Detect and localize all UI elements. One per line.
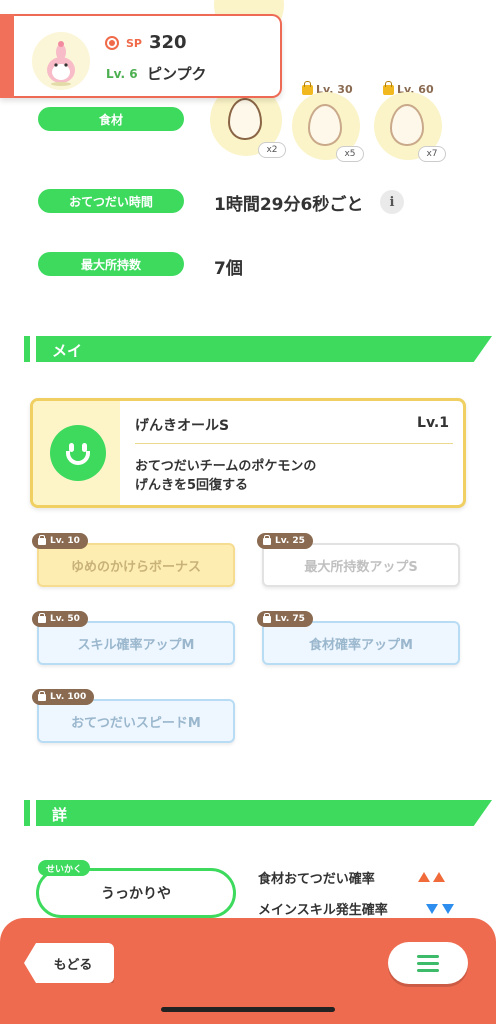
ingredient-count: x7 <box>418 146 446 162</box>
main-skill-level: Lv.1 <box>417 415 449 431</box>
egg-icon <box>308 104 342 146</box>
sub-skill-5[interactable]: おてつだいスピードM <box>37 699 235 743</box>
pokemon-avatar <box>32 32 90 90</box>
sp-label: SP <box>126 37 142 50</box>
nature-effect-up: 食材おてつだい確率 <box>258 872 375 887</box>
sub-skill-4[interactable]: 食材確率アップM <box>262 621 460 665</box>
main-skill-name: げんきオールS <box>135 418 230 434</box>
header-accent <box>0 14 14 98</box>
unlock-level: Lv. 50 <box>50 614 80 624</box>
unlock-level: Lv. 100 <box>50 692 87 702</box>
lock-icon <box>383 80 394 95</box>
sp-icon <box>105 36 119 50</box>
ingredient-count: x2 <box>258 142 286 158</box>
sub-skill-2-unlock: Lv. 25 <box>257 533 313 549</box>
section-band <box>36 336 492 362</box>
arrow-down-icon <box>442 904 454 914</box>
lock-icon <box>38 534 46 545</box>
section-band <box>36 800 492 826</box>
sub-skill-1[interactable]: ゆめのかけらボーナス <box>37 543 235 587</box>
lock-icon <box>263 534 271 545</box>
lock-icon <box>38 690 46 701</box>
egg-icon <box>228 98 262 140</box>
smile-icon <box>50 425 106 481</box>
main-skill-card[interactable]: げんきオールS Lv.1 おてつだいチームのポケモンの げんきを5回復する <box>30 398 466 508</box>
pokemon-header-card: SP 320 Lv. 6 ピンプク <box>0 14 282 98</box>
hamburger-icon <box>417 954 439 972</box>
unlock-level: Lv. 75 <box>275 614 305 624</box>
unlock-level: Lv. 25 <box>275 536 305 546</box>
arrow-up-icon <box>433 872 445 882</box>
unlock-level: Lv. 10 <box>50 536 80 546</box>
sub-skill-3-unlock: Lv. 50 <box>32 611 88 627</box>
sub-skill-5-unlock: Lv. 100 <box>32 689 95 705</box>
lock-icon <box>263 612 271 623</box>
arrow-up-icon <box>418 872 430 882</box>
arrow-down-icon <box>426 904 438 914</box>
ingredient-slot-2[interactable]: x5 <box>292 92 364 162</box>
nature-effect-down: メインスキル発生確率 <box>258 903 388 918</box>
sub-skill-2[interactable]: 最大所持数アップS <box>262 543 460 587</box>
sp-value: 320 <box>149 32 187 53</box>
skill-icon-area <box>33 401 120 505</box>
main-skill-desc-line1: おてつだいチームのポケモンの <box>135 459 317 474</box>
home-indicator[interactable] <box>161 1007 335 1012</box>
lock-icon <box>38 612 46 623</box>
help-time-pill: おてつだい時間 <box>38 189 184 213</box>
nature-tag: せいかく <box>38 860 91 876</box>
max-carry-value: 7個 <box>214 259 243 279</box>
pokemon-level: Lv. 6 <box>106 67 138 81</box>
ingredient-slot-3[interactable]: x7 <box>374 92 446 162</box>
sub-skill-3[interactable]: スキル確率アップM <box>37 621 235 665</box>
info-icon[interactable]: i <box>380 190 404 214</box>
divider <box>135 443 453 444</box>
main-skill-desc-line2: げんきを5回復する <box>135 478 249 493</box>
section-bar <box>24 800 30 826</box>
section-bar <box>24 336 30 362</box>
lock-icon <box>302 80 313 95</box>
pokemon-name: ピンプク <box>147 65 207 83</box>
back-button[interactable]: もどる <box>24 943 114 983</box>
sub-skill-4-unlock: Lv. 75 <box>257 611 313 627</box>
egg-icon <box>390 104 424 146</box>
ingredient-count: x5 <box>336 146 364 162</box>
max-carry-pill: 最大所持数 <box>38 252 184 276</box>
sub-skill-1-unlock: Lv. 10 <box>32 533 88 549</box>
main-skill-description: おてつだいチームのポケモンの げんきを5回復する <box>135 457 316 495</box>
menu-button[interactable] <box>388 942 468 984</box>
help-time-value: 1時間29分6秒ごと <box>214 195 364 215</box>
ingredients-pill: 食材 <box>38 107 184 131</box>
